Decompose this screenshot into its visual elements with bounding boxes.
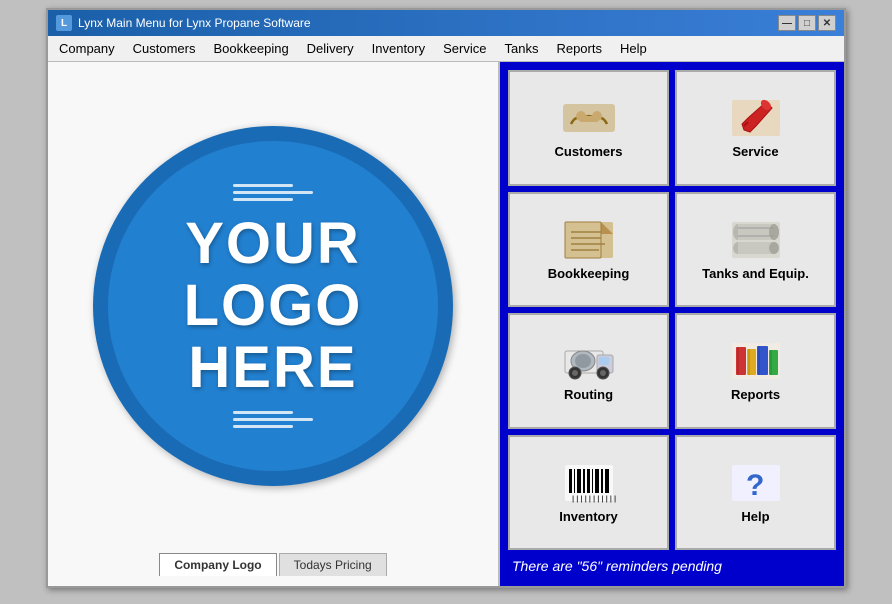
logo-line-4 xyxy=(233,411,293,414)
logo-circle-inner: YOUR LOGO HERE xyxy=(108,141,438,471)
title-bar-left: L Lynx Main Menu for Lynx Propane Softwa… xyxy=(56,15,311,31)
title-bar: L Lynx Main Menu for Lynx Propane Softwa… xyxy=(48,10,844,36)
main-window: L Lynx Main Menu for Lynx Propane Softwa… xyxy=(46,8,846,588)
customers-label: Customers xyxy=(555,144,623,159)
service-icon xyxy=(728,96,784,140)
logo-line-6 xyxy=(233,425,293,428)
title-buttons: — □ ✕ xyxy=(778,15,836,31)
reports-icon xyxy=(728,339,784,383)
help-label: Help xyxy=(741,509,769,524)
menu-bar: CompanyCustomersBookkeepingDeliveryInven… xyxy=(48,36,844,62)
routing-label: Routing xyxy=(564,387,613,402)
help-button[interactable]: ? Help xyxy=(675,435,836,551)
menu-item-customers[interactable]: Customers xyxy=(124,37,205,60)
window-title: Lynx Main Menu for Lynx Propane Software xyxy=(78,16,311,30)
svg-text:?: ? xyxy=(746,469,764,502)
menu-item-tanks[interactable]: Tanks xyxy=(495,37,547,60)
bookkeeping-label: Bookkeeping xyxy=(548,266,630,281)
customers-icon xyxy=(561,96,617,140)
menu-item-company[interactable]: Company xyxy=(50,37,124,60)
logo-circle-outer: YOUR LOGO HERE xyxy=(93,126,453,486)
tab-todays-pricing[interactable]: Todays Pricing xyxy=(279,553,387,576)
logo-text-line3: HERE xyxy=(188,339,357,397)
inventory-button[interactable]: |||||||||||||| Inventory xyxy=(508,435,669,551)
service-button[interactable]: Service xyxy=(675,70,836,186)
button-grid: Customers Service xyxy=(508,70,836,550)
menu-item-bookkeeping[interactable]: Bookkeeping xyxy=(205,37,298,60)
logo-area: YOUR LOGO HERE xyxy=(58,72,488,540)
logo-lines-top xyxy=(233,184,313,201)
content-area: YOUR LOGO HERE Company Logo Todays Prici… xyxy=(48,62,844,586)
minimize-button[interactable]: — xyxy=(778,15,796,31)
reports-button[interactable]: Reports xyxy=(675,313,836,429)
help-icon: ? xyxy=(728,461,784,505)
logo-text-line2: LOGO xyxy=(184,277,363,335)
inventory-label: Inventory xyxy=(559,509,618,524)
logo-line-3 xyxy=(233,198,293,201)
maximize-button[interactable]: □ xyxy=(798,15,816,31)
inventory-icon: |||||||||||||| xyxy=(561,461,617,505)
customers-button[interactable]: Customers xyxy=(508,70,669,186)
logo-line-5 xyxy=(233,418,313,421)
logo-line-2 xyxy=(233,191,313,194)
tab-company-logo[interactable]: Company Logo xyxy=(159,553,276,576)
reports-label: Reports xyxy=(731,387,780,402)
app-icon: L xyxy=(56,15,72,31)
reminders-text: There are "56" reminders pending xyxy=(508,550,836,578)
svg-text:||||||||||||||: |||||||||||||| xyxy=(571,496,617,504)
tanks-icon xyxy=(728,218,784,262)
menu-item-reports[interactable]: Reports xyxy=(547,37,611,60)
menu-item-inventory[interactable]: Inventory xyxy=(363,37,434,60)
bookkeeping-button[interactable]: Bookkeeping xyxy=(508,192,669,308)
tanks-label: Tanks and Equip. xyxy=(702,266,809,281)
right-panel: Customers Service xyxy=(500,62,844,586)
routing-icon xyxy=(561,339,617,383)
menu-item-service[interactable]: Service xyxy=(434,37,495,60)
logo-line-1 xyxy=(233,184,293,187)
bottom-tabs: Company Logo Todays Pricing xyxy=(151,540,394,576)
routing-button[interactable]: Routing xyxy=(508,313,669,429)
bookkeeping-icon xyxy=(561,218,617,262)
menu-item-help[interactable]: Help xyxy=(611,37,656,60)
service-label: Service xyxy=(732,144,778,159)
logo-lines-bottom xyxy=(233,411,313,428)
left-panel: YOUR LOGO HERE Company Logo Todays Prici… xyxy=(48,62,500,586)
logo-text-line1: YOUR xyxy=(185,215,361,273)
tanks-button[interactable]: Tanks and Equip. xyxy=(675,192,836,308)
close-button[interactable]: ✕ xyxy=(818,15,836,31)
menu-item-delivery[interactable]: Delivery xyxy=(298,37,363,60)
